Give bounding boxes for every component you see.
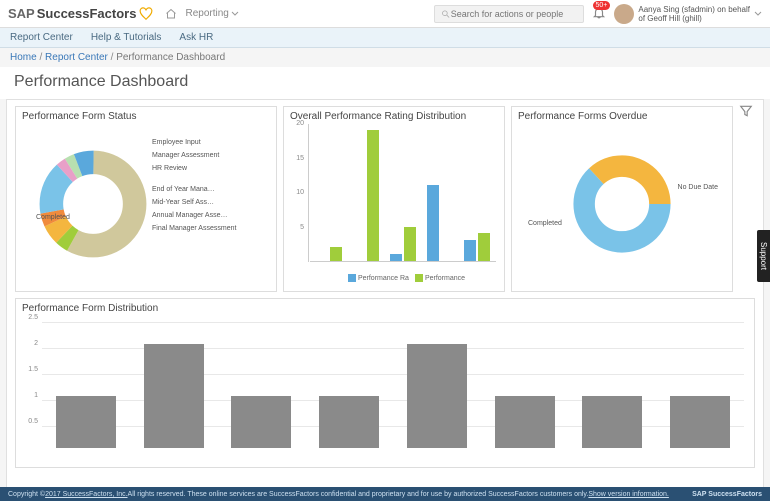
chevron-down-icon: [754, 11, 762, 17]
panel-rating-distribution: Overall Performance Rating Distribution …: [283, 106, 505, 292]
page-title: Performance Dashboard: [0, 67, 770, 99]
leg-mgr-assess[interactable]: Manager Assessment: [152, 152, 236, 159]
leg-final[interactable]: Final Manager Assessment: [152, 225, 236, 232]
leg-emp-input[interactable]: Employee Input: [152, 139, 236, 146]
donut-chart-2[interactable]: No Due Date Completed: [518, 124, 726, 284]
search-input[interactable]: [451, 9, 578, 19]
leg-no-due[interactable]: No Due Date: [678, 184, 718, 191]
legend-right: Employee Input Manager Assessment HR Rev…: [152, 139, 236, 238]
panel-title: Performance Form Distribution: [22, 303, 748, 314]
leg-eoy[interactable]: End of Year Mana…: [152, 186, 236, 193]
global-header: SAP SuccessFactors Reporting 50+ Aanya S…: [0, 0, 770, 28]
filter-icon[interactable]: [739, 104, 753, 118]
notifications-button[interactable]: 50+: [592, 5, 606, 22]
footer: Copyright © 2017 SuccessFactors, Inc. Al…: [0, 487, 770, 501]
bc-home[interactable]: Home: [10, 52, 37, 63]
panel-form-distribution: Performance Form Distribution 0.511.522.…: [15, 298, 755, 468]
footer-copy-text: All rights reserved. These online servic…: [128, 491, 589, 498]
panel-form-status: Performance Form Status Employee Input M…: [15, 106, 277, 292]
leg-series-2[interactable]: Performance: [415, 274, 465, 282]
panel-forms-overdue: Performance Forms Overdue No Due Date Co…: [511, 106, 733, 292]
search-icon: [441, 9, 450, 19]
footer-copy-link[interactable]: 2017 SuccessFactors, Inc.: [45, 491, 127, 498]
logo-sf: SuccessFactors: [37, 6, 137, 21]
bar-group: [42, 318, 744, 448]
nav-reporting[interactable]: Reporting: [185, 8, 238, 19]
support-tab[interactable]: Support: [757, 230, 770, 282]
header-nav: Reporting: [165, 8, 238, 20]
global-search[interactable]: [434, 5, 584, 23]
donut-chart-1: Employee Input Manager Assessment HR Rev…: [22, 124, 270, 284]
user-menu[interactable]: Aanya Sing (sfadmin) on behalf of Geoff …: [614, 4, 762, 24]
panel-title: Overall Performance Rating Distribution: [290, 111, 498, 122]
notification-badge: 50+: [593, 1, 611, 10]
breadcrumb: Home / Report Center / Performance Dashb…: [0, 48, 770, 67]
home-icon[interactable]: [165, 8, 177, 20]
panel-row-1: Performance Form Status Employee Input M…: [15, 106, 755, 292]
donut-svg: [572, 154, 672, 254]
nav-reporting-label: Reporting: [185, 8, 228, 19]
sap-sf-logo[interactable]: SAP SuccessFactors: [8, 6, 153, 21]
y-axis: [308, 124, 309, 262]
legend-left: Completed: [36, 214, 70, 221]
chevron-down-icon: [231, 11, 239, 17]
bar-chart-2[interactable]: 0.511.522.5: [22, 314, 748, 464]
donut-svg[interactable]: [38, 149, 148, 259]
leg-completed[interactable]: Completed: [528, 220, 562, 227]
subnav-help[interactable]: Help & Tutorials: [91, 32, 162, 43]
bar-chart-1[interactable]: 5101520 Performance Ra Performance: [290, 124, 498, 284]
leg-series-1[interactable]: Performance Ra: [348, 274, 409, 282]
bc-report-center[interactable]: Report Center: [45, 52, 108, 63]
leg-hr-review[interactable]: HR Review: [152, 165, 236, 172]
panel-title: Performance Forms Overdue: [518, 111, 726, 122]
subnav-ask-hr[interactable]: Ask HR: [179, 32, 213, 43]
user-line2: of Geoff Hill (ghill): [638, 14, 750, 23]
user-name: Aanya Sing (sfadmin) on behalf of Geoff …: [638, 5, 750, 23]
bc-current: Performance Dashboard: [116, 52, 225, 63]
dashboard-body: Performance Form Status Employee Input M…: [6, 99, 764, 491]
sub-nav: Report Center Help & Tutorials Ask HR: [0, 28, 770, 48]
leg-completed[interactable]: Completed: [36, 214, 70, 221]
footer-brand: SAP SuccessFactors: [692, 491, 762, 498]
subnav-report-center[interactable]: Report Center: [10, 32, 73, 43]
heart-icon: [139, 7, 153, 21]
bar-legend: Performance Ra Performance: [315, 274, 498, 282]
leg-mid[interactable]: Mid-Year Self Ass…: [152, 199, 236, 206]
user-line1: Aanya Sing (sfadmin) on behalf: [638, 5, 750, 14]
leg-ann[interactable]: Annual Manager Asse…: [152, 212, 236, 219]
logo-sap: SAP: [8, 6, 35, 21]
footer-show-version[interactable]: Show version information.: [588, 491, 669, 498]
footer-copy-prefix: Copyright ©: [8, 491, 45, 498]
bar-group: [310, 124, 496, 262]
panel-title: Performance Form Status: [22, 111, 270, 122]
avatar: [614, 4, 634, 24]
